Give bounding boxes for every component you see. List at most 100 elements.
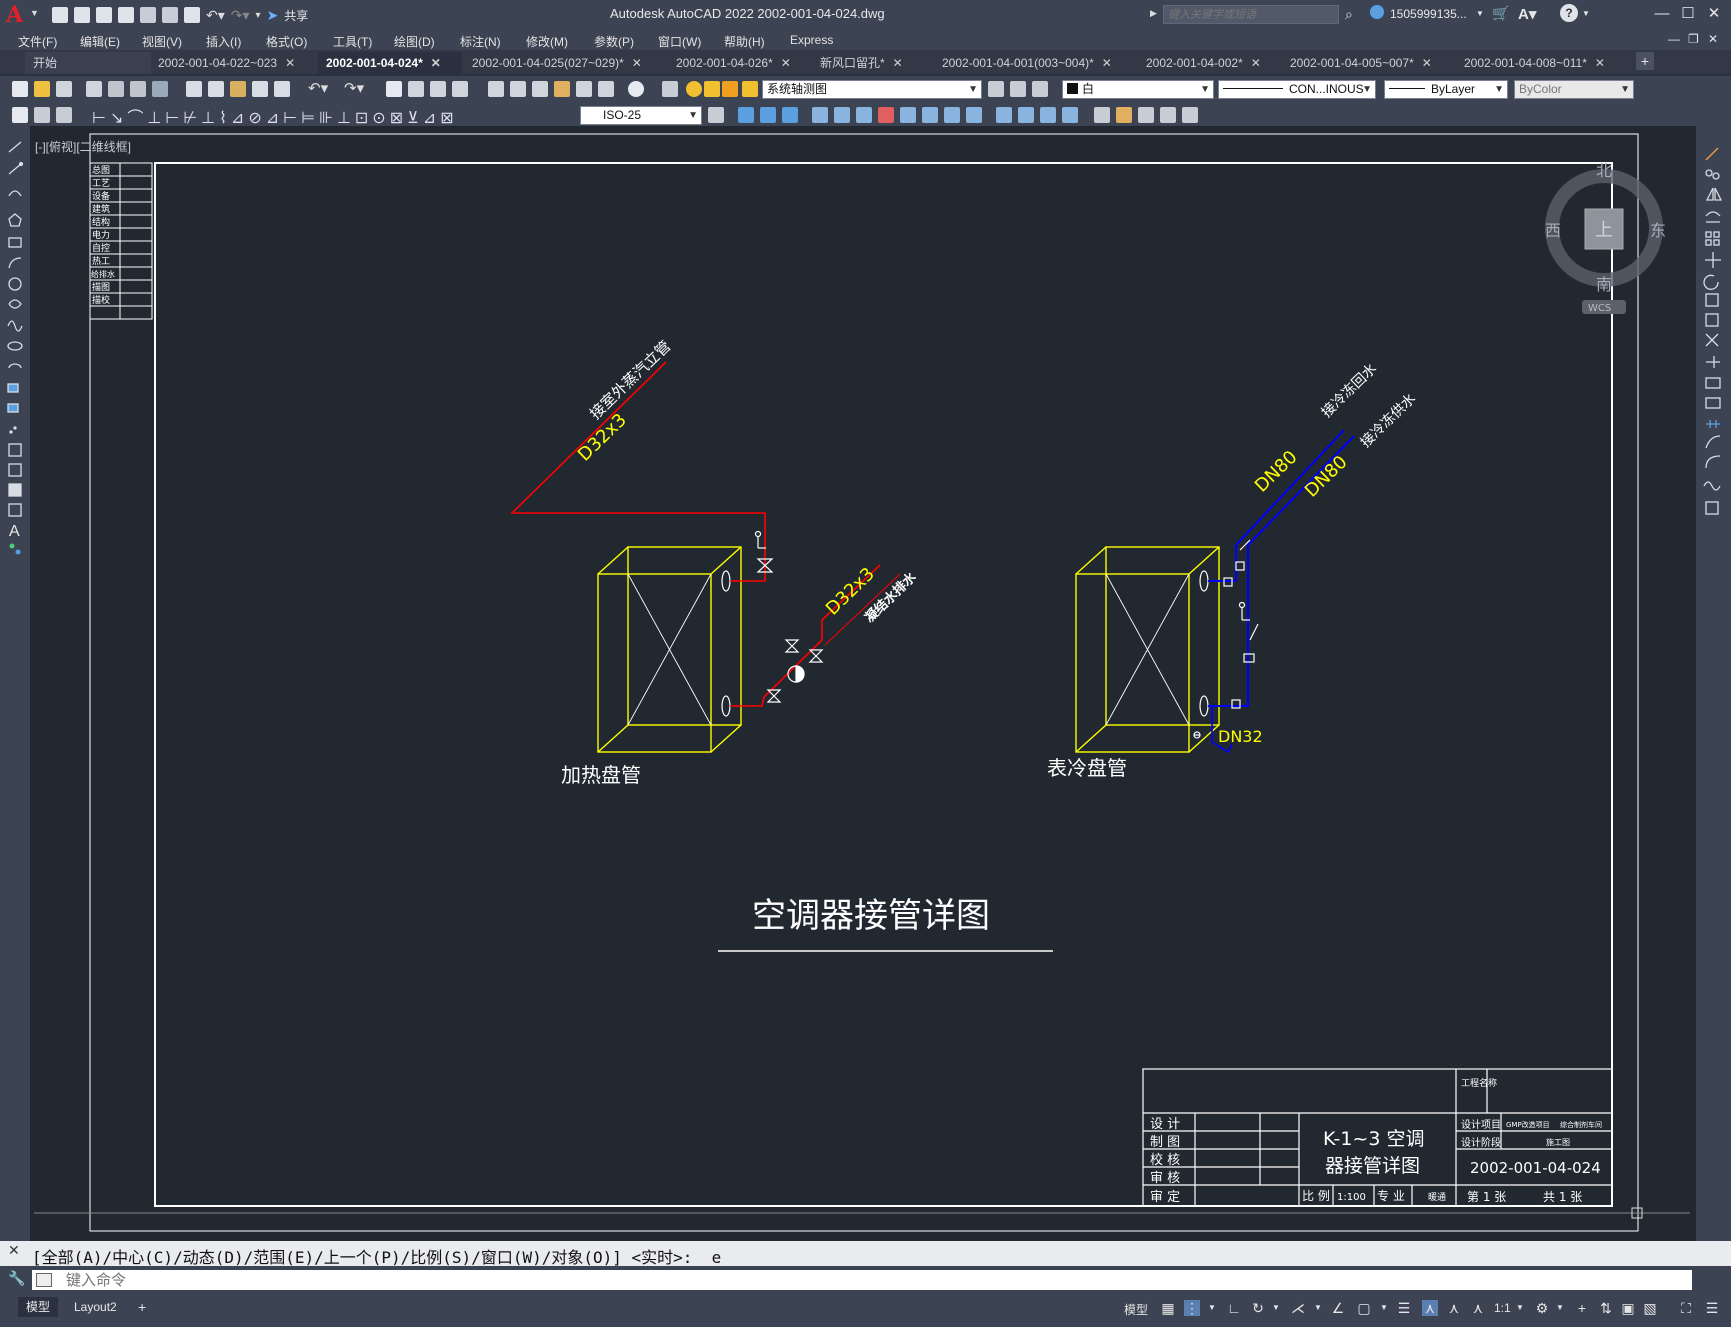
open-from-web-icon[interactable]	[140, 7, 156, 23]
close-window-icon[interactable]: ✕	[1704, 4, 1724, 24]
tab-file[interactable]: 2002-001-04-002* ✕	[1138, 52, 1261, 74]
tab-start[interactable]: 开始	[25, 52, 151, 74]
tab-file[interactable]: 2002-001-04-022~023 ✕	[150, 52, 295, 74]
view-3d-icon[interactable]	[760, 107, 776, 123]
ucs-icon[interactable]	[812, 107, 828, 123]
maximize-icon[interactable]: ☐	[1678, 4, 1698, 24]
workspace-icon[interactable]	[1138, 107, 1154, 123]
save-to-web-icon[interactable]	[162, 7, 178, 23]
undo-icon[interactable]: ↶▾	[206, 7, 225, 24]
tab-file-active[interactable]: 2002-001-04-024* ✕	[318, 52, 462, 74]
close-tab-icon[interactable]: ✕	[431, 56, 441, 70]
layer-previous-icon[interactable]	[1010, 81, 1026, 97]
menu-view[interactable]: 视图(V)	[142, 33, 182, 50]
close-tab-icon[interactable]: ✕	[1595, 56, 1605, 70]
dim-icon[interactable]	[34, 107, 50, 123]
menu-parametric[interactable]: 参数(P)	[594, 33, 634, 50]
auto-scale-icon[interactable]: ⋏	[1446, 1300, 1462, 1316]
recent-commands-icon[interactable]	[36, 1273, 52, 1287]
annotation-scale-value[interactable]: 1:1	[1494, 1301, 1511, 1315]
tab-file[interactable]: 2002-001-04-008~011* ✕	[1456, 52, 1605, 74]
add-layout-icon[interactable]: +	[138, 1299, 146, 1315]
workspace-icon[interactable]	[1094, 107, 1110, 123]
viewport-controls-label[interactable]: [-][俯视][二维线框]	[35, 138, 131, 155]
menu-dimension[interactable]: 标注(N)	[460, 33, 501, 50]
linetype-dropdown[interactable]: CON...INOUS ▼	[1218, 80, 1376, 99]
modify-tools[interactable]	[1696, 140, 1731, 540]
dimstyle-dropdown[interactable]: ISO-25 ▼	[580, 106, 702, 125]
tab-file[interactable]: 2002-001-04-025(027~029)* ✕	[464, 52, 642, 74]
close-command-line-icon[interactable]: ✕	[8, 1242, 20, 1259]
qnew-icon[interactable]	[12, 81, 28, 97]
render-icon[interactable]	[1062, 107, 1078, 123]
search-icon[interactable]: ⌕	[1345, 6, 1353, 23]
user-name[interactable]: 1505999135...	[1390, 7, 1467, 21]
cart-icon[interactable]: 🛒	[1492, 5, 1509, 22]
customize-icon[interactable]: 🔧	[8, 1270, 25, 1287]
close-tab-icon[interactable]: ✕	[285, 56, 295, 70]
dimension-tools[interactable]: ⊢↘⌒⊥⊢⊬⊥⌇⊿⊘⊿⊢⊨⊪⊥⊡⊙⊠⊻⊿⊠	[92, 104, 458, 128]
scale-dropdown-icon[interactable]: ▼	[1512, 1300, 1528, 1316]
expand-search-icon[interactable]: ▶	[1150, 8, 1157, 19]
polar-dropdown-icon[interactable]: ▼	[1268, 1300, 1284, 1316]
doc-close-icon[interactable]: ✕	[1708, 32, 1718, 46]
plotstyle-dropdown[interactable]: ByColor ▼	[1514, 80, 1634, 99]
share-icon[interactable]: ➤	[267, 7, 279, 24]
compass-south[interactable]: 南	[1596, 275, 1612, 294]
minimize-icon[interactable]: —	[1652, 4, 1672, 24]
user-dropdown-icon[interactable]: ▼	[1476, 9, 1484, 18]
save-icon[interactable]	[96, 7, 112, 23]
zoom-window-icon[interactable]	[430, 81, 446, 97]
view-3d-icon[interactable]	[782, 107, 798, 123]
drawing-svg[interactable]: 总图 工艺 设备 建筑 结构 电力 自控 热工 给排水 描图 描校 接室外蒸汽立…	[30, 126, 1696, 1241]
workspace-gear-icon[interactable]: ⚙	[1534, 1300, 1550, 1316]
markup-icon[interactable]	[576, 81, 592, 97]
snap-dropdown-icon[interactable]: ▼	[1204, 1300, 1220, 1316]
menu-window[interactable]: 窗口(W)	[658, 33, 701, 50]
close-tab-icon[interactable]: ✕	[1251, 56, 1261, 70]
compass-east[interactable]: 东	[1650, 221, 1666, 240]
doc-restore-icon[interactable]: ❐	[1688, 32, 1699, 46]
save-as-icon[interactable]	[118, 7, 134, 23]
menu-draw[interactable]: 绘图(D)	[394, 33, 435, 50]
tab-file[interactable]: 2002-001-04-026* ✕	[668, 52, 791, 74]
annotation-scale-icon[interactable]: ⋏	[1470, 1300, 1486, 1316]
clean-screen-icon[interactable]: ⛶	[1678, 1300, 1694, 1316]
ucs-icon[interactable]	[966, 107, 982, 123]
block-editor-icon[interactable]	[274, 81, 290, 97]
ucs-icon[interactable]	[856, 107, 872, 123]
view-3d-icon[interactable]	[738, 107, 754, 123]
doc-minimize-icon[interactable]: —	[1668, 32, 1680, 46]
pan-icon[interactable]	[386, 81, 402, 97]
polar-icon[interactable]: ↻	[1250, 1300, 1266, 1316]
menu-tools[interactable]: 工具(T)	[333, 33, 372, 50]
color-dropdown[interactable]: 白 ▼	[1062, 80, 1214, 99]
autodesk-app-icon[interactable]: A▾	[1518, 5, 1536, 23]
render-icon[interactable]	[996, 107, 1012, 123]
lineweight-dropdown[interactable]: ByLayer ▼	[1384, 80, 1508, 99]
new-tab-icon[interactable]: +	[1636, 52, 1654, 70]
zoom-previous-icon[interactable]	[452, 81, 468, 97]
tab-layout2[interactable]: Layout2	[66, 1297, 125, 1317]
grid-icon[interactable]: ▦	[1160, 1300, 1176, 1316]
snap-icon[interactable]: ⋮	[1184, 1300, 1200, 1316]
ucs-icon[interactable]	[900, 107, 916, 123]
paste-icon[interactable]	[230, 81, 246, 97]
quick-properties-icon[interactable]: ▣	[1620, 1300, 1636, 1316]
close-tab-icon[interactable]: ✕	[1422, 56, 1432, 70]
customize-qat-icon[interactable]: ▾	[256, 10, 261, 21]
copy-icon[interactable]	[208, 81, 224, 97]
menu-express[interactable]: Express	[790, 33, 833, 47]
isodraft-icon[interactable]: ⋌	[1290, 1300, 1306, 1316]
ucs-icon[interactable]	[944, 107, 960, 123]
ortho-icon[interactable]: ∟	[1226, 1300, 1242, 1316]
3d-print-icon[interactable]	[152, 81, 168, 97]
zoom-realtime-icon[interactable]	[408, 81, 424, 97]
menu-format[interactable]: 格式(O)	[266, 33, 307, 50]
compass-north[interactable]: 北	[1596, 161, 1612, 180]
menu-insert[interactable]: 插入(I)	[206, 33, 241, 50]
menu-modify[interactable]: 修改(M)	[526, 33, 568, 50]
workspace-icon[interactable]	[1182, 107, 1198, 123]
tab-file[interactable]: 新风口留孔* ✕	[812, 52, 903, 74]
ucs-icon[interactable]	[834, 107, 850, 123]
